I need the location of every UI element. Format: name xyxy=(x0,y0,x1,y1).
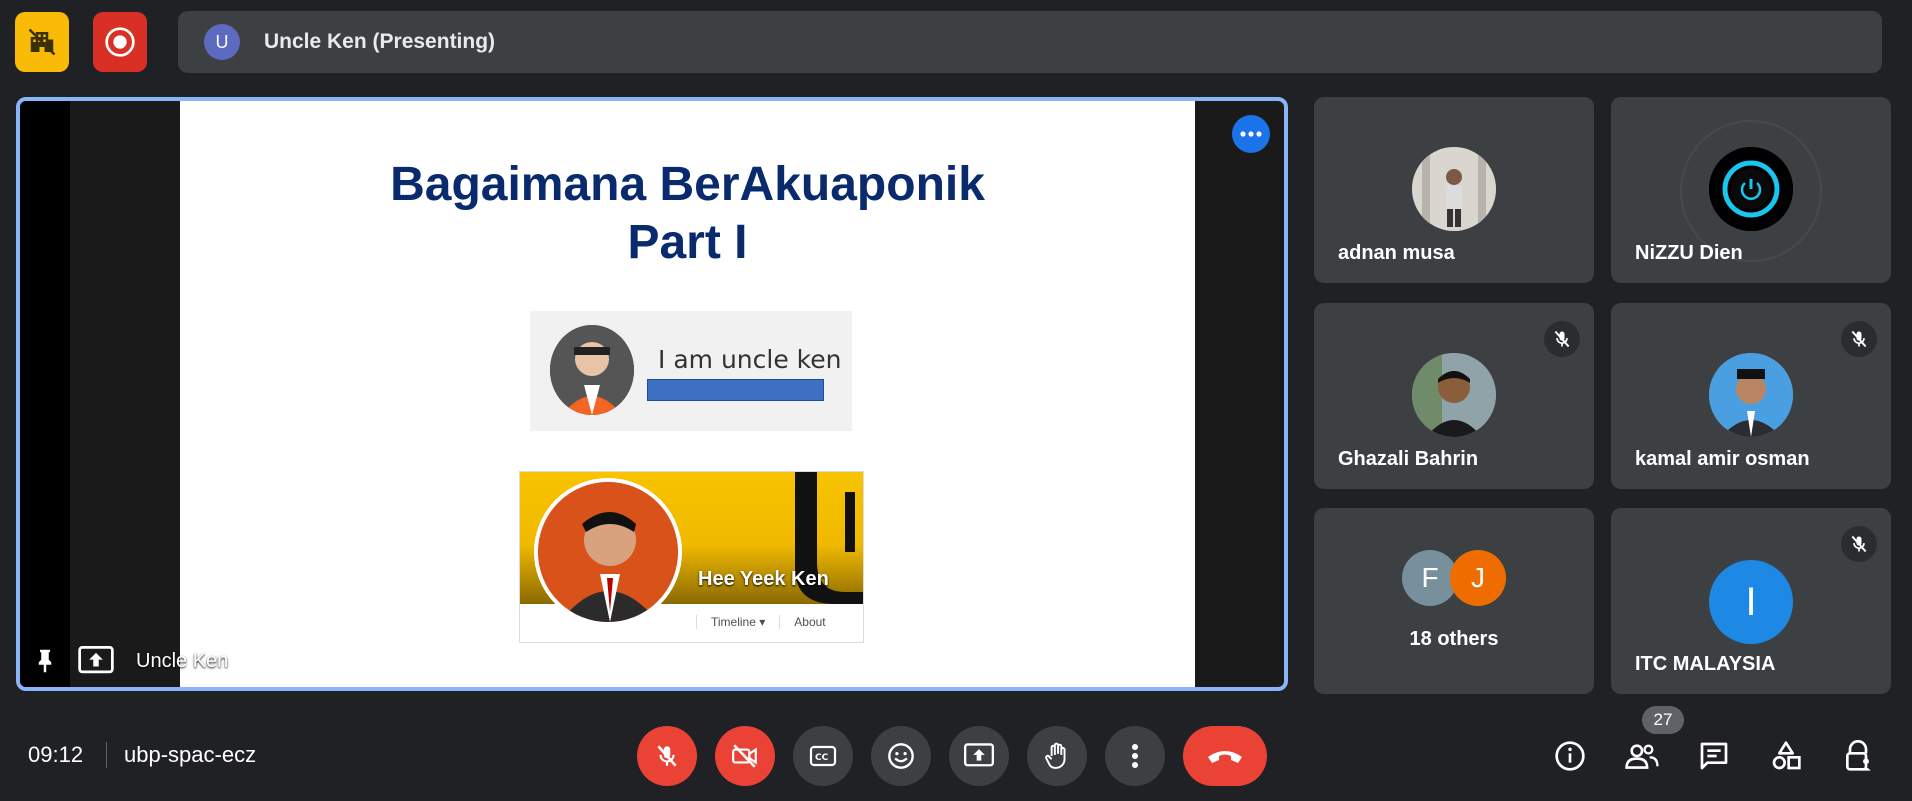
reactions-button[interactable] xyxy=(871,726,931,786)
people-button[interactable] xyxy=(1616,730,1668,782)
recording-icon[interactable] xyxy=(93,12,147,72)
emoji-icon xyxy=(888,743,914,769)
meeting-details-button[interactable] xyxy=(1544,730,1596,782)
uncle-ken-photo xyxy=(550,325,634,415)
more-vert-icon xyxy=(1132,744,1138,768)
chat-button[interactable] xyxy=(1688,730,1740,782)
captions-button[interactable]: CC xyxy=(793,726,853,786)
meeting-time: 09:12 xyxy=(28,742,84,767)
camera-off-button[interactable] xyxy=(715,726,775,786)
svg-text:CC: CC xyxy=(815,753,829,763)
avatar xyxy=(1709,147,1793,231)
profile-name: Hee Yeek Ken xyxy=(698,568,829,590)
people-icon xyxy=(1625,744,1659,769)
camera-off-icon xyxy=(732,744,757,768)
slide-title: Bagaimana BerAkuaponik Part I xyxy=(390,158,985,269)
mic-off-icon xyxy=(1841,526,1877,562)
host-controls-button[interactable] xyxy=(1832,730,1884,782)
profile-tabs: Timeline ▾ About xyxy=(696,615,840,629)
meeting-code: ubp-spac-ecz xyxy=(124,742,257,767)
avatar: I xyxy=(1709,560,1793,644)
participant-tile[interactable]: I ITC MALAYSIA xyxy=(1611,508,1891,694)
info-icon xyxy=(1555,741,1585,771)
hand-icon xyxy=(1045,742,1066,769)
leave-call-button[interactable] xyxy=(1183,726,1267,786)
profile-photo xyxy=(534,478,682,626)
profile-card: Hee Yeek Ken Timeline ▾ About xyxy=(519,471,864,643)
presenter-avatar: U xyxy=(204,24,240,60)
more-options-icon[interactable] xyxy=(1232,115,1270,153)
intro-text: I am uncle ken xyxy=(658,345,842,374)
mic-off-icon xyxy=(657,745,677,767)
pin-icon[interactable] xyxy=(30,646,60,676)
presenter-label: Uncle Ken (Presenting) xyxy=(264,30,496,53)
stage-footer: Uncle Ken xyxy=(30,641,228,681)
raise-hand-button[interactable] xyxy=(1027,726,1087,786)
avatar xyxy=(1412,147,1496,231)
tile-layout-off-icon[interactable] xyxy=(15,12,69,72)
activities-button[interactable] xyxy=(1760,730,1812,782)
avatar xyxy=(1709,353,1793,437)
participant-tile[interactable]: kamal amir osman xyxy=(1611,303,1891,489)
activities-icon xyxy=(1772,741,1801,770)
presenter-bar: U Uncle Ken (Presenting) xyxy=(178,11,1882,73)
participant-tile[interactable]: NiZZU Dien xyxy=(1611,97,1891,283)
chat-icon xyxy=(1700,742,1728,770)
intro-card: I am uncle ken xyxy=(530,311,852,431)
intro-bar xyxy=(647,379,824,401)
avatar xyxy=(1412,353,1496,437)
participant-tile[interactable]: adnan musa xyxy=(1314,97,1594,283)
participant-tile[interactable]: Ghazali Bahrin xyxy=(1314,303,1594,489)
others-tile[interactable]: F J 18 others xyxy=(1314,508,1594,694)
present-screen-icon xyxy=(78,646,114,674)
lock-person-icon xyxy=(1846,740,1871,771)
slide: Bagaimana BerAkuaponik Part I I am uncle… xyxy=(180,101,1195,687)
present-screen-icon xyxy=(964,743,994,767)
presentation-stage[interactable]: Bagaimana BerAkuaponik Part I I am uncle… xyxy=(16,97,1288,691)
avatar: J xyxy=(1450,550,1506,606)
mic-off-icon xyxy=(1841,321,1877,357)
mic-off-button[interactable] xyxy=(637,726,697,786)
captions-icon: CC xyxy=(809,745,837,767)
mic-off-icon xyxy=(1544,321,1580,357)
more-options-button[interactable] xyxy=(1105,726,1165,786)
hang-up-icon xyxy=(1208,751,1242,763)
present-button[interactable] xyxy=(949,726,1009,786)
stage-presenter-label: Uncle Ken xyxy=(136,649,229,672)
